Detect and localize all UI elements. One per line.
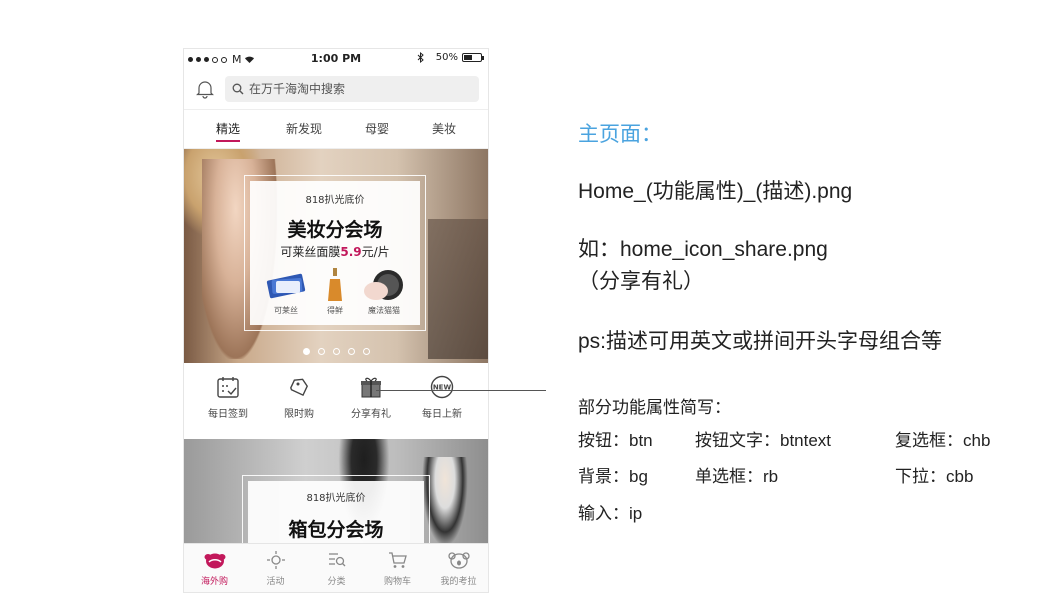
bluetooth-icon	[417, 52, 424, 63]
tab-label: 海外购	[200, 577, 228, 587]
banner-title: 美妆分会场	[287, 219, 383, 241]
tab-cart[interactable]: 购物车	[367, 550, 428, 587]
mask-pack-icon	[266, 273, 306, 299]
hero-banner[interactable]: 818扒光底价 美妆分会场 可莱丝面膜5.9元/片 可莱丝 得鲜 魔法猫猫	[184, 149, 488, 363]
battery-percent: 50%	[435, 52, 458, 63]
notes-example: 如：home_icon_share.png	[578, 238, 828, 261]
tab-discover[interactable]: 新发现	[274, 120, 334, 137]
new-badge-icon: NEW	[430, 375, 454, 399]
carousel-dot[interactable]	[362, 348, 370, 355]
tab-overseas[interactable]: 海外购	[184, 550, 245, 587]
daily-checkin-button[interactable]: 每日签到	[192, 375, 264, 420]
bottom-tab-bar: 海外购 活动 分类 购物车 我的考拉	[184, 543, 488, 592]
quick-label: 限时购	[284, 409, 314, 420]
tab-featured[interactable]: 精选	[198, 120, 258, 142]
category-search-icon	[328, 553, 345, 567]
koala-home-icon	[204, 553, 225, 569]
abbr-item: 输入：ip	[578, 504, 643, 523]
carousel-dot[interactable]	[347, 348, 355, 355]
banner-price: 可莱丝面膜5.9元/片	[280, 245, 390, 259]
product-item[interactable]: 可莱丝	[264, 267, 308, 316]
battery-icon	[462, 53, 484, 62]
tab-beauty[interactable]: 美妆	[414, 120, 474, 137]
abbr-title: 部分功能属性简写：	[578, 398, 731, 417]
banner2-title: 箱包分会场	[288, 519, 384, 541]
abbr-item: 单选框：rb	[695, 467, 779, 486]
banner-card: 818扒光底价 美妆分会场 可莱丝面膜5.9元/片 可莱丝 得鲜 魔法猫猫	[250, 181, 420, 325]
notes-pattern: Home_(功能属性)_(描述).png	[578, 180, 853, 203]
search-input[interactable]: 在万千海淘中搜索	[225, 76, 479, 102]
notes-ps: ps:描述可用英文或拼间开头字母组合等	[578, 330, 943, 353]
tab-label: 购物车	[383, 577, 411, 587]
abbr-item: 按钮文字：btntext	[695, 431, 832, 450]
phone-mockup: M 1:00 PM 50% 在万千海淘中搜索 精选 新发现 母婴 美妆 818扒…	[183, 48, 489, 593]
luggage-banner[interactable]: 818扒光底价 箱包分会场	[184, 439, 488, 545]
share-gift-button[interactable]: 分享有礼	[335, 375, 407, 420]
calendar-check-icon	[217, 377, 239, 398]
product-label: 可莱丝	[274, 306, 298, 315]
notes-title: 主页面：	[578, 123, 662, 146]
banner-photo-lamp	[428, 219, 488, 359]
category-tabs: 精选 新发现 母婴 美妆	[184, 110, 488, 149]
search-header: 在万千海淘中搜索	[184, 69, 488, 110]
carousel-dot[interactable]	[302, 348, 310, 355]
quick-label: 每日上新	[422, 409, 462, 420]
banner2-subtitle: 818扒光底价	[306, 493, 366, 504]
gift-box-icon	[361, 377, 381, 398]
cart-icon	[388, 552, 407, 568]
carousel-dot[interactable]	[332, 348, 340, 355]
tab-label: 分类	[327, 577, 346, 587]
tab-activity[interactable]: 活动	[245, 550, 306, 587]
abbr-item: 按钮：btn	[578, 431, 653, 450]
serum-bottle-icon	[328, 268, 342, 301]
product-item[interactable]: 得鲜	[313, 267, 357, 316]
tab-baby[interactable]: 母婴	[347, 120, 407, 137]
banner2-card: 818扒光底价 箱包分会场	[248, 481, 424, 545]
daily-new-button[interactable]: NEW 每日上新	[406, 375, 478, 420]
quick-actions: 每日签到 限时购 分享有礼 NEW 每日上新	[184, 363, 488, 437]
status-bar: M 1:00 PM 50%	[184, 49, 488, 69]
abbr-item: 复选框：chb	[895, 431, 991, 450]
product-label: 得鲜	[327, 306, 343, 315]
banner-subtitle: 818扒光底价	[305, 195, 365, 206]
flash-sale-button[interactable]: 限时购	[263, 375, 335, 420]
product-label: 魔法猫猫	[368, 306, 400, 315]
cushion-compact-icon	[364, 270, 403, 300]
notes-example-desc: （分享有礼）	[578, 270, 704, 293]
quick-label: 分享有礼	[351, 409, 391, 420]
sun-icon	[266, 551, 285, 569]
carousel-dots[interactable]	[184, 348, 488, 355]
carousel-dot[interactable]	[317, 348, 325, 355]
search-icon	[232, 83, 244, 95]
tab-my-kaola[interactable]: 我的考拉	[428, 550, 488, 587]
tab-label: 我的考拉	[440, 577, 477, 587]
search-placeholder: 在万千海淘中搜索	[249, 82, 346, 96]
koala-profile-icon	[447, 552, 470, 569]
abbr-item: 背景：bg	[578, 467, 648, 486]
bell-icon[interactable]	[195, 79, 215, 99]
abbr-item: 下拉：cbb	[895, 467, 974, 486]
price-tag-icon	[290, 378, 309, 397]
quick-label: 每日签到	[208, 409, 248, 420]
tab-label: 活动	[266, 577, 285, 587]
tab-category[interactable]: 分类	[306, 550, 367, 587]
annotation-leader-line	[376, 390, 546, 391]
product-item[interactable]: 魔法猫猫	[362, 267, 406, 316]
